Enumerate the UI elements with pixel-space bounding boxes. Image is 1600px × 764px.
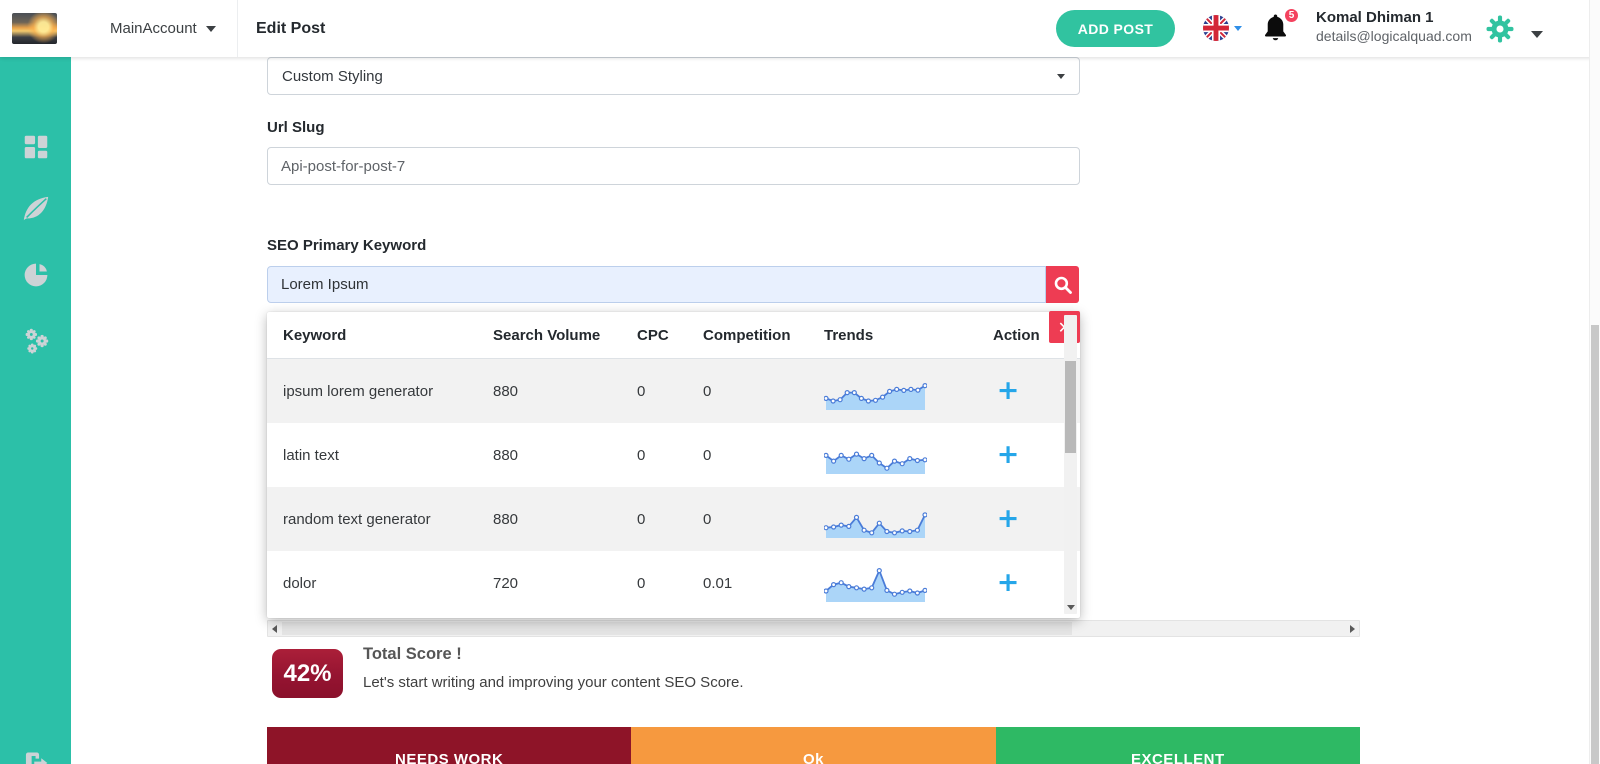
sidebar-item-analytics[interactable]: [0, 253, 71, 297]
trend-sparkline: [823, 435, 993, 475]
add-keyword-button[interactable]: +: [993, 376, 1023, 406]
notifications-button[interactable]: 5: [1262, 7, 1300, 48]
account-label: MainAccount: [110, 20, 197, 37]
trend-sparkline: [823, 371, 993, 411]
column-search-volume: Search Volume: [493, 326, 601, 344]
add-keyword-button[interactable]: +: [993, 568, 1023, 598]
user-chevron-down-icon[interactable]: [1531, 25, 1543, 43]
table-body: ipsum lorem generator 880 0 0 + latin text 88…: [267, 359, 1080, 615]
add-keyword-button[interactable]: +: [993, 440, 1023, 470]
settings-gear-icon[interactable]: [1486, 15, 1514, 43]
sidebar-item-content[interactable]: [0, 187, 71, 231]
user-name: Komal Dhiman 1: [1316, 9, 1434, 26]
score-bar-segment: EXCELLENT: [995, 727, 1360, 764]
keyword-row: latin text 880 0 0 +: [267, 423, 1080, 487]
score-badge: 42%: [272, 649, 343, 698]
search-volume-cell: 880: [493, 382, 519, 400]
notification-badge: 5: [1283, 7, 1300, 24]
language-dropdown[interactable]: [1203, 15, 1242, 41]
leaf-icon: [21, 194, 51, 224]
top-header: MainAccount Edit Post ADD POST 5 Komal D…: [0, 0, 1600, 57]
keyword-cell: random text generator: [283, 510, 431, 528]
competition-cell: 0: [703, 446, 712, 464]
chevron-down-icon: [205, 25, 216, 32]
competition-cell: 0: [703, 382, 712, 400]
keyword-row: random text generator 880 0 0 +: [267, 487, 1080, 551]
chevron-down-icon: [1234, 25, 1242, 31]
sidebar: [0, 57, 71, 764]
keyword-row: dolor 720 0 0.01 +: [267, 551, 1080, 615]
dashboard-icon: [21, 132, 51, 162]
keyword-results-panel: ✕ Keyword Search Volume CPC Competition …: [267, 311, 1080, 618]
add-post-button[interactable]: ADD POST: [1056, 10, 1175, 47]
trend-sparkline: [823, 499, 993, 539]
competition-cell: 0: [703, 510, 712, 528]
url-slug-label: Url Slug: [267, 119, 325, 136]
keyword-cell: ipsum lorem generator: [283, 382, 434, 400]
column-trends: Trends: [824, 326, 874, 344]
gears-icon: [21, 326, 51, 356]
page-title: Edit Post: [256, 19, 326, 37]
search-icon: [1053, 275, 1073, 295]
add-keyword-button[interactable]: +: [993, 504, 1023, 534]
column-cpc: CPC: [637, 326, 669, 344]
styling-select-value: Custom Styling: [282, 67, 383, 85]
trend-sparkline: [823, 563, 993, 603]
url-slug-input[interactable]: [267, 147, 1080, 185]
keyword-row: ipsum lorem generator 880 0 0 +: [267, 359, 1080, 423]
score-bar-segment: NEEDS WORK: [267, 727, 632, 764]
table-header: Keyword Search Volume CPC Competition Tr…: [267, 312, 1080, 359]
cpc-cell: 0: [637, 510, 646, 528]
score-bar-segment: Ok: [631, 727, 996, 764]
styling-select[interactable]: Custom Styling: [267, 57, 1080, 95]
horizontal-scrollbar[interactable]: [267, 620, 1360, 637]
app-logo[interactable]: [12, 13, 57, 44]
cpc-cell: 0: [637, 574, 646, 592]
account-dropdown[interactable]: MainAccount: [110, 0, 216, 57]
keyword-cell: dolor: [283, 574, 317, 592]
user-menu[interactable]: Komal Dhiman 1 details@logicalquad.com: [1316, 9, 1472, 44]
score-subtitle: Let's start writing and improving your c…: [363, 674, 744, 691]
competition-cell: 0.01: [703, 574, 733, 592]
window-scrollbar-thumb[interactable]: [1591, 325, 1599, 764]
sidebar-item-logout[interactable]: [0, 741, 71, 764]
keyword-search-button[interactable]: [1046, 266, 1079, 303]
score-bar: NEEDS WORK Ok EXCELLENT: [267, 727, 1360, 764]
panel-vertical-scrollbar[interactable]: [1064, 315, 1077, 614]
seo-keyword-label: SEO Primary Keyword: [267, 237, 427, 254]
header-divider: [237, 0, 238, 57]
sidebar-item-settings[interactable]: [0, 319, 71, 363]
scroll-right-arrow-icon[interactable]: [1350, 625, 1355, 633]
search-volume-cell: 880: [493, 446, 519, 464]
window-scrollbar[interactable]: [1589, 0, 1600, 764]
vertical-scrollbar-thumb[interactable]: [1065, 361, 1076, 453]
uk-flag-icon: [1203, 15, 1229, 41]
search-volume-cell: 720: [493, 574, 519, 592]
seo-keyword-input[interactable]: [267, 266, 1046, 303]
cpc-cell: 0: [637, 446, 646, 464]
pie-chart-icon: [22, 261, 50, 289]
sidebar-item-dashboard[interactable]: [0, 125, 71, 169]
keyword-cell: latin text: [283, 446, 339, 464]
logout-icon: [22, 749, 50, 764]
horizontal-scrollbar-thumb[interactable]: [282, 622, 1072, 635]
cpc-cell: 0: [637, 382, 646, 400]
column-keyword: Keyword: [283, 326, 347, 344]
column-competition: Competition: [703, 326, 791, 344]
score-title: Total Score !: [363, 645, 462, 663]
user-email: details@logicalquad.com: [1316, 28, 1472, 44]
app-root: MainAccount Edit Post ADD POST 5 Komal D…: [0, 0, 1600, 764]
bell-icon: [1262, 14, 1289, 46]
chevron-down-icon: [1057, 73, 1065, 79]
search-volume-cell: 880: [493, 510, 519, 528]
scroll-left-arrow-icon[interactable]: [272, 625, 277, 633]
scroll-down-arrow-icon[interactable]: [1067, 605, 1075, 610]
